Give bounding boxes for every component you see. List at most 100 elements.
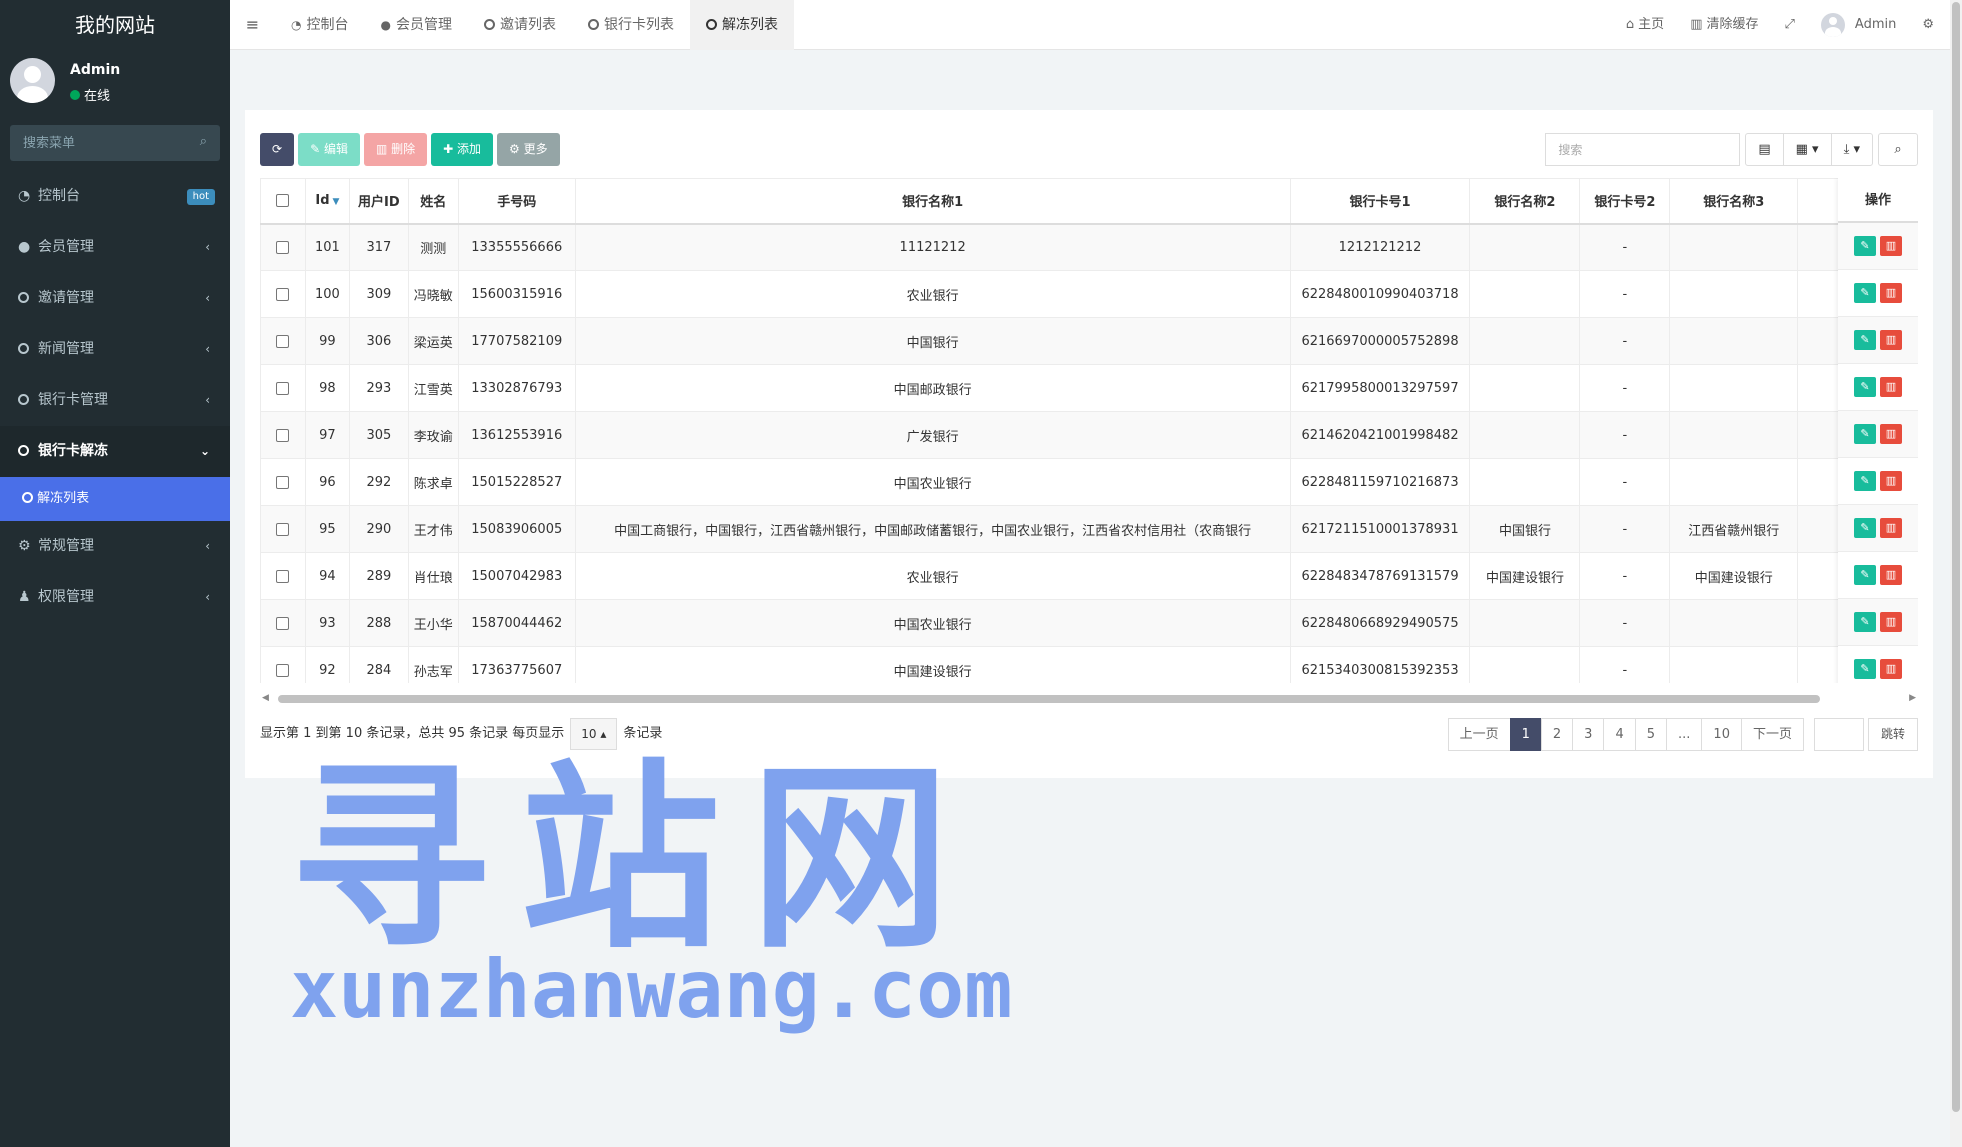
row-checkbox[interactable] — [260, 599, 306, 647]
edit-button[interactable]: ✎ 编辑 — [298, 133, 360, 166]
scrollbar-thumb[interactable] — [1952, 2, 1960, 1112]
jump-button[interactable]: 跳转 — [1867, 718, 1918, 751]
page-button[interactable]: 4 — [1603, 718, 1636, 751]
tab-bankcards[interactable]: 银行卡列表 — [572, 0, 690, 50]
horizontal-scrollbar[interactable]: ◀ ▶ — [260, 693, 1918, 705]
page-scrollbar[interactable] — [1950, 0, 1962, 1147]
table-row: 101 317 测测 13355556666 11121212 1212121212 - — [260, 223, 1918, 271]
tab-label: 控制台 — [306, 17, 349, 33]
select-all-checkbox[interactable] — [260, 178, 306, 225]
export-icon[interactable]: ⤓ ▾ — [1832, 134, 1872, 165]
col-card-no-1[interactable]: 银行卡号1 — [1289, 178, 1471, 225]
home-link[interactable]: ⌂ 主页 — [1613, 0, 1677, 50]
sidebar-item-permissions[interactable]: ♟ 权限管理 ‹ — [0, 572, 230, 623]
row-checkbox[interactable] — [260, 646, 306, 683]
col-card-no-2[interactable]: 银行卡号2 — [1579, 178, 1671, 225]
row-checkbox[interactable] — [260, 364, 306, 412]
circle-icon — [587, 18, 599, 32]
sidebar-item-members[interactable]: ● 会员管理 ‹ — [0, 222, 230, 273]
row-edit-icon[interactable]: ✎ — [1854, 236, 1876, 256]
row-edit-icon[interactable]: ✎ — [1854, 424, 1876, 444]
card-view-icon[interactable]: ▤ — [1746, 134, 1784, 165]
user-menu[interactable]: Admin — [1808, 0, 1909, 50]
table-cell: 96 — [304, 458, 350, 506]
row-edit-icon[interactable]: ✎ — [1854, 518, 1876, 538]
row-edit-icon[interactable]: ✎ — [1854, 377, 1876, 397]
sidebar-subitem-unfreeze-list[interactable]: 解冻列表 — [0, 477, 230, 521]
refresh-button[interactable]: ⟳ — [260, 133, 295, 166]
row-edit-icon[interactable]: ✎ — [1854, 565, 1876, 585]
page-button[interactable]: 1 — [1509, 718, 1542, 751]
jump-page-input[interactable] — [1813, 718, 1864, 751]
menu-toggle-icon[interactable]: ≡ — [230, 0, 275, 50]
search-icon[interactable]: ⌕ — [1878, 133, 1918, 166]
delete-button[interactable]: ▥ 删除 — [363, 133, 428, 166]
row-checkbox[interactable] — [260, 411, 306, 459]
col-name[interactable]: 姓名 — [407, 178, 459, 225]
columns-icon[interactable]: ▦ ▾ — [1784, 134, 1832, 165]
col-bank-name-3[interactable]: 银行名称3 — [1669, 178, 1799, 225]
cogs-icon: ⚙ — [18, 538, 31, 554]
sidebar-search: ⌕ — [10, 125, 220, 161]
row-delete-icon[interactable]: ▥ — [1880, 424, 1902, 444]
row-checkbox[interactable] — [260, 270, 306, 318]
prev-page-button[interactable]: 上一页 — [1447, 718, 1511, 751]
scroll-right-icon[interactable]: ▶ — [1909, 693, 1916, 703]
sidebar-item-dashboard[interactable]: ◔ 控制台 hot — [0, 171, 230, 222]
row-checkbox[interactable] — [260, 505, 306, 553]
table-cell: 6228480010990403718 — [1289, 270, 1471, 318]
row-delete-icon[interactable]: ▥ — [1880, 471, 1902, 491]
tab-unfreeze-list[interactable]: 解冻列表 — [689, 0, 794, 50]
row-delete-icon[interactable]: ▥ — [1880, 330, 1902, 350]
page-button[interactable]: 10 — [1701, 718, 1742, 751]
row-edit-icon[interactable]: ✎ — [1854, 471, 1876, 491]
page-button[interactable]: 2 — [1540, 718, 1574, 751]
row-delete-icon[interactable]: ▥ — [1880, 283, 1902, 303]
row-edit-icon[interactable]: ✎ — [1854, 612, 1876, 632]
tab-members[interactable]: ● 会员管理 — [364, 0, 467, 50]
sidebar-item-unfreeze[interactable]: 银行卡解冻 ⌄ — [0, 426, 230, 477]
col-user-id[interactable]: 用户ID — [348, 178, 409, 225]
page-button[interactable]: 3 — [1572, 718, 1605, 751]
row-delete-icon[interactable]: ▥ — [1880, 236, 1902, 256]
sidebar-item-news[interactable]: 新闻管理 ‹ — [0, 324, 230, 375]
next-page-button[interactable]: 下一页 — [1740, 718, 1804, 751]
col-phone[interactable]: 手号码 — [457, 178, 576, 225]
col-id[interactable]: Id ▼ — [304, 178, 350, 225]
page-button[interactable]: 5 — [1634, 718, 1668, 751]
tab-invites[interactable]: 邀请列表 — [468, 0, 572, 50]
site-logo[interactable]: 我的网站 — [0, 0, 230, 50]
add-button[interactable]: ✚ 添加 — [431, 133, 494, 166]
table-search-input[interactable] — [1545, 133, 1741, 166]
col-bank-name-2[interactable]: 银行名称2 — [1469, 178, 1581, 225]
table-cell: 王才伟 — [407, 505, 459, 553]
fullscreen-icon[interactable]: ⤢ — [1772, 0, 1808, 50]
row-delete-icon[interactable]: ▥ — [1880, 565, 1902, 585]
clear-cache-button[interactable]: ▥ 清除缓存 — [1677, 0, 1771, 50]
row-edit-icon[interactable]: ✎ — [1854, 659, 1876, 679]
row-edit-icon[interactable]: ✎ — [1854, 330, 1876, 350]
col-bank-name-1[interactable]: 银行名称1 — [574, 178, 1291, 225]
table-cell: 100 — [304, 270, 350, 318]
tab-dashboard[interactable]: ◔ 控制台 — [275, 0, 364, 50]
scrollbar-thumb[interactable] — [278, 695, 1820, 703]
row-delete-icon[interactable]: ▥ — [1880, 612, 1902, 632]
row-checkbox[interactable] — [260, 458, 306, 506]
row-checkbox[interactable] — [260, 317, 306, 365]
row-checkbox[interactable] — [260, 552, 306, 600]
row-delete-icon[interactable]: ▥ — [1880, 518, 1902, 538]
table-cell — [1669, 364, 1799, 412]
sidebar-item-invites[interactable]: 邀请管理 ‹ — [0, 273, 230, 324]
search-icon[interactable]: ⌕ — [200, 134, 207, 149]
row-edit-icon[interactable]: ✎ — [1854, 283, 1876, 303]
more-button[interactable]: ⚙ 更多 — [497, 133, 560, 166]
sidebar-item-general[interactable]: ⚙ 常规管理 ‹ — [0, 521, 230, 572]
sidebar-item-bankcards[interactable]: 银行卡管理 ‹ — [0, 375, 230, 426]
row-delete-icon[interactable]: ▥ — [1880, 377, 1902, 397]
clear-cache-label: 清除缓存 — [1706, 17, 1759, 32]
scroll-left-icon[interactable]: ◀ — [262, 693, 269, 703]
row-delete-icon[interactable]: ▥ — [1880, 659, 1902, 679]
sidebar-search-input[interactable] — [10, 125, 220, 161]
row-checkbox[interactable] — [260, 223, 306, 271]
table-cell: - — [1579, 223, 1671, 271]
